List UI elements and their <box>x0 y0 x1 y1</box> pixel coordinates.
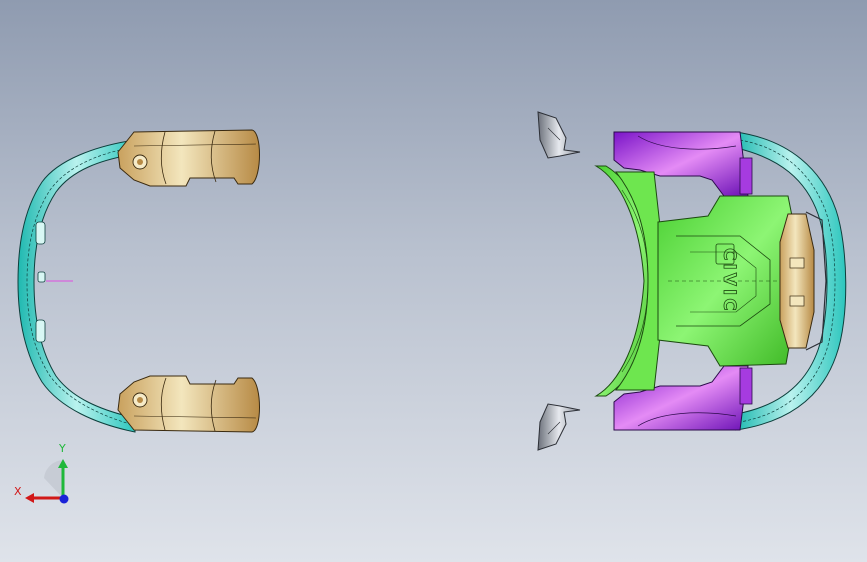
rear-bumper-assembly[interactable] <box>17 129 260 433</box>
orientation-triad <box>25 459 69 504</box>
side-bracket-bottom[interactable] <box>537 403 581 451</box>
cad-viewport[interactable]: CIVIC Y X <box>0 0 867 562</box>
x-axis-label: X <box>14 485 22 498</box>
z-axis-dot <box>59 494 69 504</box>
y-axis-label: Y <box>59 442 66 455</box>
headlamp-housing-top[interactable] <box>117 129 260 187</box>
side-bracket-top[interactable] <box>537 111 581 159</box>
embossed-model-text: CIVIC <box>719 248 739 314</box>
tow-bracket[interactable] <box>779 213 815 349</box>
rear-bumper-beam[interactable] <box>17 139 136 433</box>
cad-model-scene[interactable]: CIVIC <box>0 0 867 562</box>
front-bumper-assembly[interactable]: CIVIC <box>594 131 847 431</box>
headlamp-housing-bottom[interactable] <box>117 375 260 433</box>
